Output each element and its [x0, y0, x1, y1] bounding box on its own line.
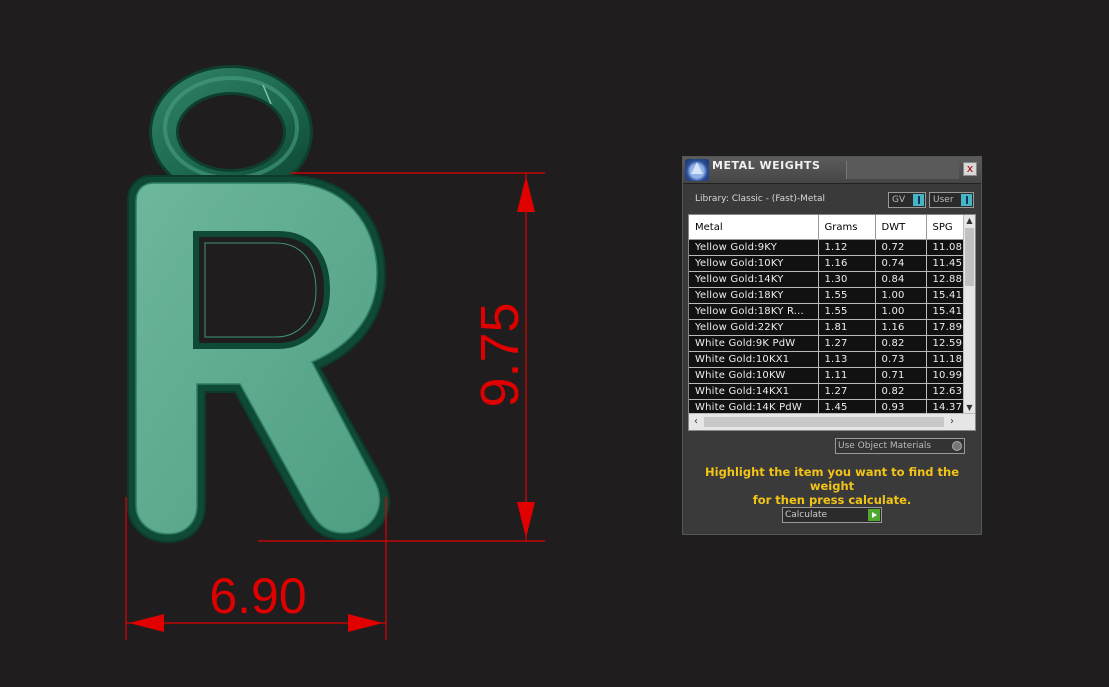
user-toggle[interactable]: User: [929, 192, 974, 208]
letter-r-pendant[interactable]: [127, 175, 391, 544]
cell-spg: 10.99: [926, 367, 966, 384]
cell-dwt: 1.00: [875, 287, 927, 304]
table-row[interactable]: Yellow Gold:14KY 1.30 0.84 12.88: [689, 271, 966, 288]
scroll-left-icon[interactable]: ‹: [689, 414, 703, 430]
instruction-line-1: Highlight the item you want to find the …: [705, 465, 959, 493]
table-row[interactable]: Yellow Gold:10KY 1.16 0.74 11.45: [689, 255, 966, 272]
cell-metal: White Gold:9K PdW: [689, 335, 819, 352]
panel-title: METAL WEIGHTS: [712, 159, 821, 172]
toggle-switch-icon: [913, 194, 924, 206]
app-logo-icon: [685, 159, 709, 181]
column-header-metal[interactable]: Metal: [689, 215, 819, 240]
table-row[interactable]: White Gold:10KX1 1.13 0.73 11.18: [689, 351, 966, 368]
cell-spg: 12.88: [926, 271, 966, 288]
cell-dwt: 1.16: [875, 319, 927, 336]
cell-grams: 1.27: [818, 383, 876, 400]
toggle-switch-icon: [961, 194, 972, 206]
table-row[interactable]: Yellow Gold:18KY 1.55 1.00 15.41: [689, 287, 966, 304]
column-header-dwt[interactable]: DWT: [875, 215, 927, 240]
cell-grams: 1.55: [818, 303, 876, 320]
table-row[interactable]: Yellow Gold:22KY 1.81 1.16 17.89: [689, 319, 966, 336]
cell-spg: 11.08: [926, 239, 966, 256]
instruction-text: Highlight the item you want to find the …: [693, 465, 971, 507]
scroll-right-icon[interactable]: ›: [945, 414, 959, 430]
cell-dwt: 0.71: [875, 367, 927, 384]
cell-metal: Yellow Gold:9KY: [689, 239, 819, 256]
use-object-materials-checkbox[interactable]: Use Object Materials: [835, 438, 965, 454]
cell-spg: 15.41: [926, 287, 966, 304]
play-icon: [868, 509, 880, 521]
cell-grams: 1.11: [818, 367, 876, 384]
title-bar-segment: [846, 161, 959, 179]
height-dimension-label: 9.75: [470, 302, 530, 407]
cell-metal: Yellow Gold:22KY: [689, 319, 819, 336]
horizontal-scrollbar[interactable]: ‹ ›: [689, 413, 975, 430]
cell-metal: Yellow Gold:18KY R...: [689, 303, 819, 320]
table-row[interactable]: Yellow Gold:9KY 1.12 0.72 11.08: [689, 239, 966, 256]
vertical-scrollbar[interactable]: ▲ ▼: [963, 215, 975, 414]
cell-grams: 1.81: [818, 319, 876, 336]
cell-metal: White Gold:10KX1: [689, 351, 819, 368]
gv-toggle-label: GV: [892, 195, 906, 205]
radio-icon: [952, 441, 962, 451]
calculate-label: Calculate: [785, 510, 828, 520]
gv-toggle[interactable]: GV: [888, 192, 926, 208]
cell-metal: Yellow Gold:18KY: [689, 287, 819, 304]
library-label: Library: Classic - (Fast)-Metal: [695, 194, 826, 204]
cell-spg: 17.89: [926, 319, 966, 336]
cell-grams: 1.12: [818, 239, 876, 256]
cell-dwt: 0.82: [875, 335, 927, 352]
cell-spg: 12.59: [926, 335, 966, 352]
cell-grams: 1.27: [818, 335, 876, 352]
table-row[interactable]: White Gold:14KX1 1.27 0.82 12.63: [689, 383, 966, 400]
panel-title-bar[interactable]: METAL WEIGHTS x: [683, 157, 981, 184]
table-row[interactable]: White Gold:10KW 1.11 0.71 10.99: [689, 367, 966, 384]
cell-dwt: 0.84: [875, 271, 927, 288]
cell-metal: Yellow Gold:10KY: [689, 255, 819, 272]
cell-metal: White Gold:14KX1: [689, 383, 819, 400]
jump-ring: [149, 65, 313, 199]
cell-spg: 11.18: [926, 351, 966, 368]
cell-grams: 1.13: [818, 351, 876, 368]
scroll-up-icon[interactable]: ▲: [964, 215, 975, 227]
column-header-grams[interactable]: Grams: [818, 215, 876, 240]
cell-spg: 12.63: [926, 383, 966, 400]
cell-spg: 11.45: [926, 255, 966, 272]
instruction-line-2: for then press calculate.: [752, 493, 912, 507]
metal-weights-panel: METAL WEIGHTS x Library: Classic - (Fast…: [682, 156, 982, 535]
scrollbar-thumb[interactable]: [965, 228, 974, 286]
close-button[interactable]: x: [963, 162, 977, 176]
cell-dwt: 0.82: [875, 383, 927, 400]
cell-dwt: 0.74: [875, 255, 927, 272]
column-header-spg[interactable]: SPG: [926, 215, 966, 240]
user-toggle-label: User: [933, 195, 954, 205]
use-object-materials-label: Use Object Materials: [838, 441, 932, 451]
cell-dwt: 1.00: [875, 303, 927, 320]
width-dimension-label: 6.90: [209, 568, 306, 624]
scrollbar-thumb[interactable]: [704, 417, 944, 427]
cell-metal: Yellow Gold:14KY: [689, 271, 819, 288]
table-row[interactable]: Yellow Gold:18KY R... 1.55 1.00 15.41: [689, 303, 966, 320]
cell-grams: 1.30: [818, 271, 876, 288]
cell-dwt: 0.72: [875, 239, 927, 256]
cell-grams: 1.16: [818, 255, 876, 272]
table-header-row: Metal Grams DWT SPG: [689, 215, 966, 240]
cell-metal: White Gold:10KW: [689, 367, 819, 384]
calculate-button[interactable]: Calculate: [782, 507, 882, 523]
cell-grams: 1.55: [818, 287, 876, 304]
cell-dwt: 0.73: [875, 351, 927, 368]
cell-spg: 15.41: [926, 303, 966, 320]
metal-table: Metal Grams DWT SPG Yellow Gold:9KY 1.12 0…: [688, 214, 976, 431]
table-row[interactable]: White Gold:9K PdW 1.27 0.82 12.59: [689, 335, 966, 352]
